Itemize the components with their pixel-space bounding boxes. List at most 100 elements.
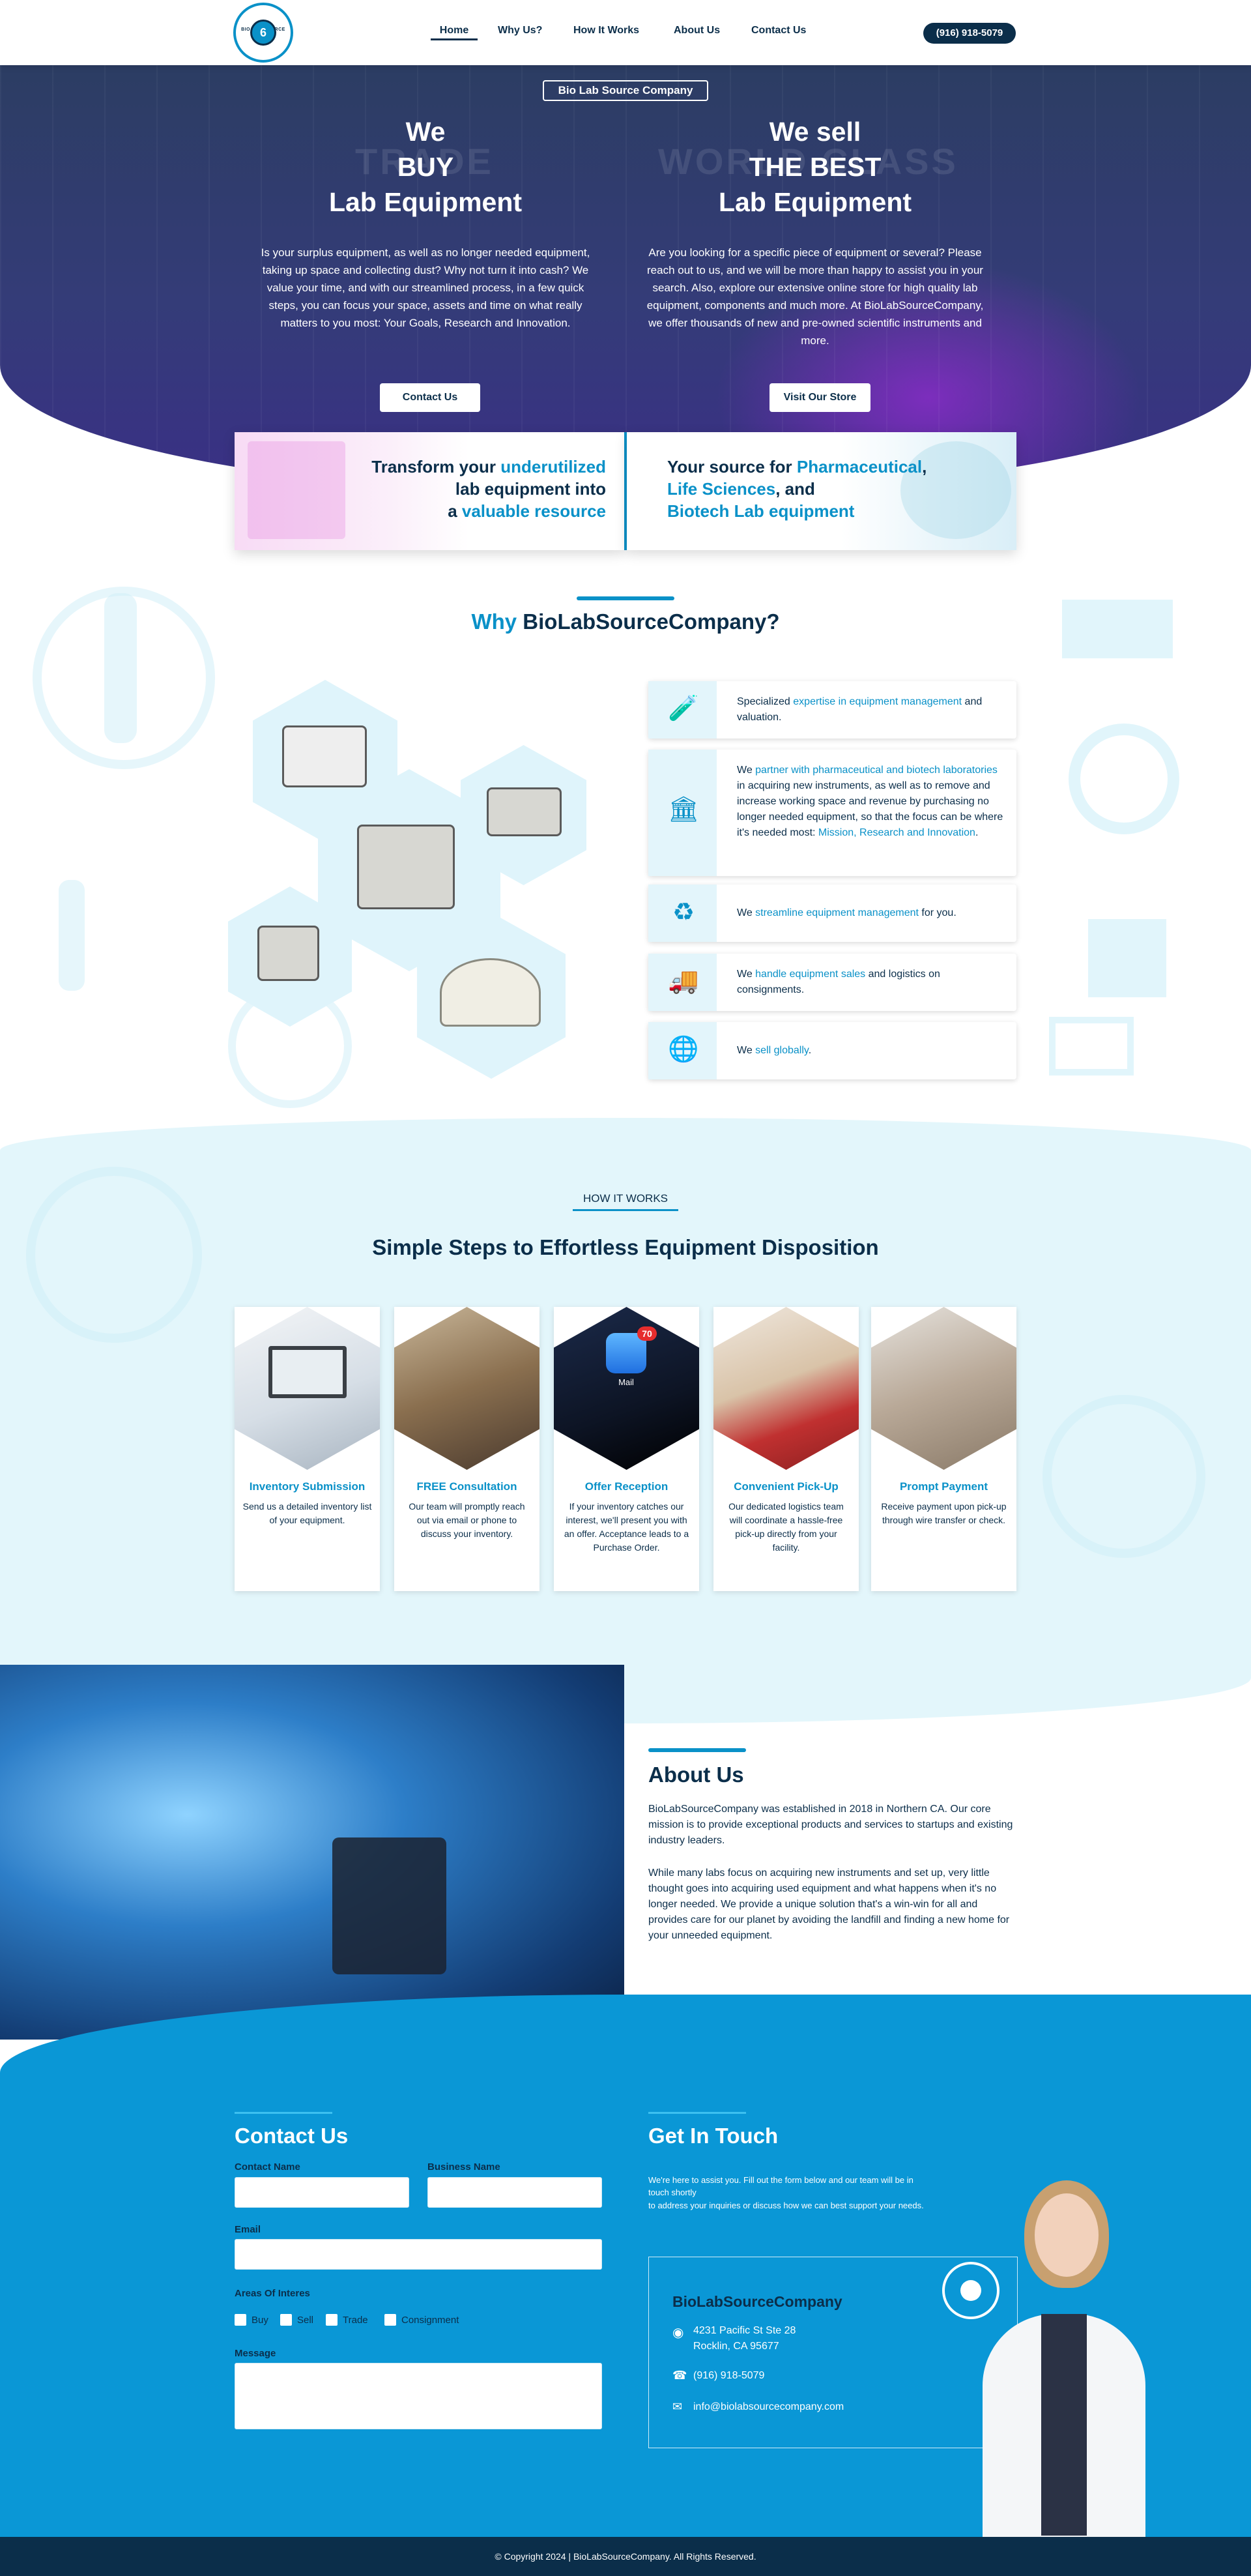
cart-watermark-icon [1049, 1017, 1134, 1076]
nav-about-us[interactable]: About Us [674, 25, 720, 40]
feature-1: 🧪 Specialized expertise in equipment man… [648, 681, 1016, 739]
address-line-1: 4231 Pacific St Ste 28 [693, 2325, 796, 2336]
trade-checkbox[interactable] [326, 2314, 338, 2326]
hero-left-line2: BUY [397, 152, 454, 182]
touch-title: Get In Touch [648, 2124, 779, 2148]
hero-left-heading: We BUY Lab Equipment [230, 114, 621, 220]
contact-name-input[interactable] [235, 2177, 409, 2208]
consignment-checkbox[interactable] [384, 2314, 396, 2326]
step-card-3: 70 Mail Offer Reception If your inventor… [554, 1307, 699, 1591]
hero-right-line2: THE BEST [749, 152, 882, 182]
globe-watermark-icon [1042, 1395, 1205, 1558]
feature-5: 🌐 We sell globally. [648, 1022, 1016, 1079]
contact-email[interactable]: info@biolabsourcecompany.com [693, 2401, 844, 2413]
step-title: Offer Reception [584, 1480, 669, 1493]
hero-right-line1: We sell [769, 117, 861, 147]
section-bar [648, 1748, 746, 1752]
nav-why-us[interactable]: Why Us? [498, 25, 542, 40]
lab-instrument-photo [332, 1837, 446, 1974]
hero-badge: Bio Lab Source Company [543, 80, 708, 101]
step-text: Our team will promptly reach out via ema… [409, 1501, 525, 1539]
scientist-photo [983, 2180, 1145, 2537]
step-text: Send us a detailed inventory list of you… [242, 1501, 372, 1525]
about-lab-image [0, 1665, 624, 2040]
step-text: Receive payment upon pick-up through wir… [881, 1501, 1007, 1525]
drop-icon: 6 [250, 20, 276, 46]
hero-right-text: Are you looking for a specific piece of … [646, 246, 984, 347]
consignment-checkbox-label: Consignment [401, 2315, 459, 2326]
hero-right-heading: We sell THE BEST Lab Equipment [620, 114, 1011, 220]
pipette-tag-icon: 🧪 [648, 681, 719, 739]
card-source-text: Your source for Pharmaceutical, Life Sci… [667, 457, 927, 521]
buy-checkbox-label: Buy [252, 2315, 268, 2326]
nav-home[interactable]: Home [431, 25, 478, 40]
feature-4: 🚚 We handle equipment sales and logistic… [648, 954, 1016, 1011]
microscope-watermark-icon [1069, 724, 1179, 834]
address: 4231 Pacific St Ste 28 Rocklin, CA 95677 [693, 2323, 796, 2354]
company-name: BioLabSourceCompany [672, 2293, 842, 2310]
address-line-2: Rocklin, CA 95677 [693, 2341, 779, 2352]
hero-left-line1: We [405, 117, 446, 147]
globe-icon: 🌐 [648, 1022, 719, 1079]
touch-text-2: to address your inquiries or discuss how… [648, 2201, 924, 2210]
areas-label: Areas Of Interes [235, 2288, 310, 2299]
touch-text-1: We're here to assist you. Fill out the f… [648, 2175, 913, 2197]
hero-right-line3: Lab Equipment [718, 187, 912, 217]
feature-2: 🏛 We partner with pharmaceutical and bio… [648, 750, 1016, 876]
sell-checkbox[interactable] [280, 2314, 292, 2326]
section-bar [577, 596, 674, 600]
step-image-pickup [713, 1307, 859, 1470]
section-bar [235, 2112, 332, 2114]
message-textarea[interactable] [235, 2363, 602, 2429]
equipment-photo [357, 825, 455, 909]
step-image-laptop [235, 1307, 380, 1470]
nav-contact-us[interactable]: Contact Us [751, 25, 806, 40]
equipment-photo [282, 725, 367, 787]
step-text: Our dedicated logistics team will coordi… [728, 1501, 844, 1553]
header-phone-button[interactable]: (916) 918-5079 [923, 23, 1016, 44]
hero-left-text: Is your surplus equipment, as well as no… [261, 246, 590, 329]
card-source: Your source for Pharmaceutical, Life Sci… [627, 432, 1016, 550]
step-title: FREE Consultation [416, 1480, 517, 1493]
about-title: About Us [648, 1763, 744, 1787]
step-image-consultation [394, 1307, 539, 1470]
about-paragraph-1: BioLabSourceCompany was established in 2… [648, 1804, 1013, 1846]
hero-left-line3: Lab Equipment [328, 187, 523, 217]
how-title: Simple Steps to Effortless Equipment Dis… [372, 1235, 879, 1259]
pipette-watermark-icon [59, 880, 85, 991]
equipment-photo [257, 926, 319, 981]
email-input[interactable] [235, 2239, 602, 2270]
trade-checkbox-label: Trade [343, 2315, 368, 2326]
business-name-input[interactable] [427, 2177, 602, 2208]
truck-cart-icon: 🚚 [648, 954, 719, 1011]
visit-store-button[interactable]: Visit Our Store [769, 383, 870, 412]
recycle-pipette-icon: ♻ [648, 885, 719, 942]
step-title: Inventory Submission [249, 1480, 366, 1493]
why-title: Why BioLabSourceCompany? [471, 609, 780, 634]
buy-checkbox[interactable] [235, 2314, 246, 2326]
contact-name-label: Contact Name [235, 2161, 300, 2173]
sell-checkbox-label: Sell [297, 2315, 314, 2326]
envelope-icon: ✉ [672, 2400, 683, 2413]
about-paragraph-2: While many labs focus on acquiring new i… [648, 1867, 1010, 1941]
email-label: Email [235, 2224, 261, 2235]
how-it-works-label: HOW IT WORKS [573, 1192, 678, 1211]
contact-phone[interactable]: (916) 918-5079 [693, 2370, 764, 2382]
feature-3: ♻ We streamline equipment management for… [648, 885, 1016, 942]
step-card-5: Prompt Payment Receive payment upon pick… [871, 1307, 1016, 1591]
nav-how-it-works[interactable]: How It Works [573, 25, 639, 40]
site-logo[interactable]: BIO LAB SOURCE COMPANY 6 [233, 3, 293, 63]
step-image-mail: 70 Mail [554, 1307, 699, 1470]
mail-badge: 70 [637, 1326, 657, 1341]
step-title: Convenient Pick-Up [734, 1480, 839, 1493]
contact-us-button[interactable]: Contact Us [380, 383, 480, 412]
step-card-4: Convenient Pick-Up Our dedicated logisti… [713, 1307, 859, 1591]
contact-title: Contact Us [235, 2124, 349, 2148]
step-text: If your inventory catches our interest, … [564, 1501, 689, 1553]
building-watermark-icon [1088, 919, 1166, 997]
location-pin-icon: ◉ [672, 2326, 684, 2340]
section-bar [648, 2112, 746, 2114]
phone-icon: ☎ [672, 2369, 687, 2382]
equipment-photo [487, 787, 562, 836]
footer-copyright: © Copyright 2024 | BioLabSourceCompany. … [0, 2537, 1251, 2576]
